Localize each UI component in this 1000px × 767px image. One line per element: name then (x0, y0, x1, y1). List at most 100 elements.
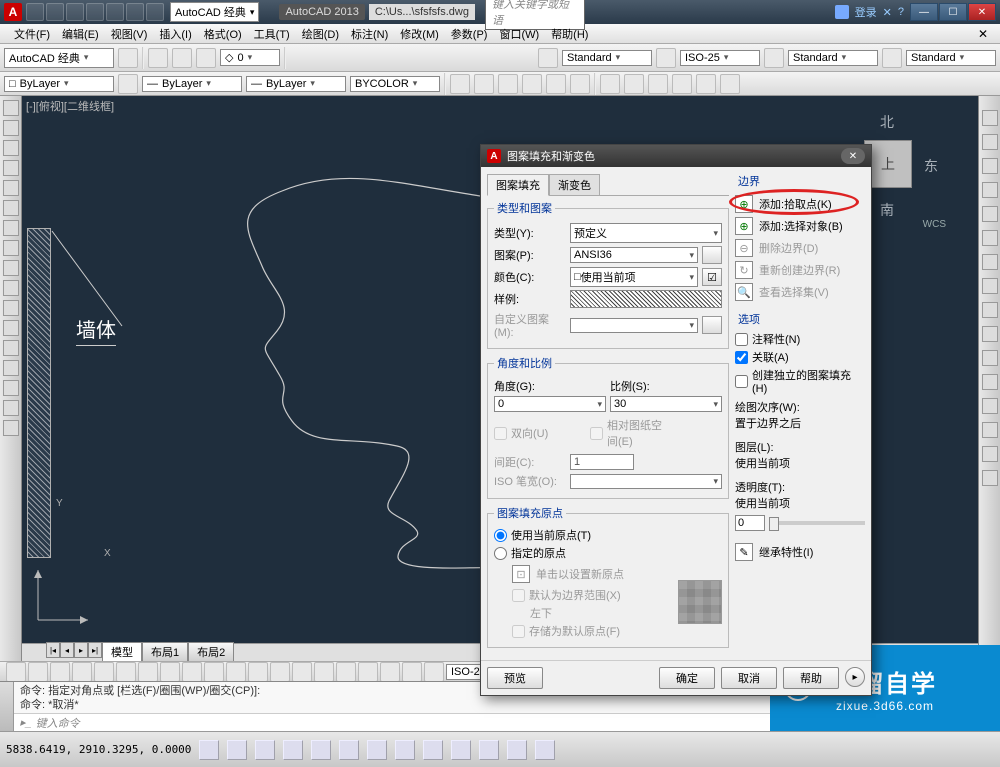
user-icon[interactable] (835, 5, 849, 19)
dim-jogged-icon[interactable] (116, 662, 136, 682)
line-icon[interactable] (3, 100, 19, 116)
tab-hatch[interactable]: 图案填充 (487, 174, 549, 196)
layer-lock-icon[interactable] (196, 48, 216, 68)
origin-specified-radio[interactable]: 指定的原点 (494, 545, 722, 561)
mlstyle-icon[interactable] (882, 48, 902, 68)
annotative-checkbox[interactable]: 注释性(N) (735, 331, 865, 347)
hatch-layer-dropdown[interactable]: 使用当前项 (735, 455, 865, 471)
dim-baseline-icon[interactable] (204, 662, 224, 682)
tab-layout1[interactable]: 布局1 (142, 642, 188, 661)
dim-space-icon[interactable] (248, 662, 268, 682)
dim-arc-icon[interactable] (50, 662, 70, 682)
menu-param[interactable]: 参数(P) (445, 24, 494, 44)
prop-icon-8[interactable] (624, 74, 644, 94)
erase-icon[interactable] (982, 110, 998, 126)
qat-new-icon[interactable] (26, 3, 44, 21)
spline-icon[interactable] (3, 220, 19, 236)
mtext-icon[interactable] (3, 400, 19, 416)
dim-tolerance-icon[interactable] (292, 662, 312, 682)
cancel-button[interactable]: 取消 (721, 667, 777, 689)
prop-icon-3[interactable] (498, 74, 518, 94)
preview-button[interactable]: 预览 (487, 667, 543, 689)
menu-format[interactable]: 格式(O) (198, 24, 248, 44)
textstyle-dropdown[interactable]: Standard (562, 50, 652, 66)
menu-draw[interactable]: 绘图(D) (296, 24, 345, 44)
block-icon[interactable] (3, 280, 19, 296)
draworder-dropdown[interactable]: 置于边界之后 (735, 415, 865, 431)
ellipse-arc-icon[interactable] (3, 260, 19, 276)
autocad-app-icon[interactable]: A (4, 3, 22, 21)
layer-dropdown[interactable]: ◇ 0 (220, 49, 280, 66)
stretch-icon[interactable] (982, 302, 998, 318)
menu-modify[interactable]: 修改(M) (394, 24, 445, 44)
prop-icon-6[interactable] (570, 74, 590, 94)
qp-toggle[interactable] (507, 740, 527, 760)
osnap3d-toggle[interactable] (339, 740, 359, 760)
sample-swatch[interactable] (570, 290, 722, 308)
viewcube-north[interactable]: 北 (880, 112, 894, 132)
dim-textedit-icon[interactable] (402, 662, 422, 682)
prop-icon-11[interactable] (696, 74, 716, 94)
dim-edit-icon[interactable] (380, 662, 400, 682)
explode-icon[interactable] (982, 470, 998, 486)
wcs-label[interactable]: WCS (923, 219, 946, 230)
dim-linear-icon[interactable] (6, 662, 26, 682)
polyline-icon[interactable] (3, 120, 19, 136)
prop-icon-9[interactable] (648, 74, 668, 94)
dim-ordinate-icon[interactable] (72, 662, 92, 682)
separate-hatch-checkbox[interactable]: 创建独立的图案填充(H) (735, 367, 865, 395)
add-pick-points-button[interactable]: ⊕添加:拾取点(K) (735, 193, 865, 215)
qat-save-icon[interactable] (66, 3, 84, 21)
coordinates-display[interactable]: 5838.6419, 2910.3295, 0.0000 (6, 743, 191, 756)
move-icon[interactable] (982, 230, 998, 246)
textstyle-icon[interactable] (538, 48, 558, 68)
offset-icon[interactable] (982, 182, 998, 198)
bg-color-button[interactable]: ☑ (702, 268, 722, 286)
tablestyle-icon[interactable] (764, 48, 784, 68)
tab-nav-prev[interactable]: ◂ (60, 642, 74, 658)
tab-nav-first[interactable]: |◂ (46, 642, 60, 658)
ellipse-icon[interactable] (3, 240, 19, 256)
help-button[interactable]: 帮助 (783, 667, 839, 689)
polar-toggle[interactable] (283, 740, 303, 760)
prop-icon-2[interactable] (474, 74, 494, 94)
table-icon[interactable] (3, 380, 19, 396)
command-drag-handle[interactable] (0, 682, 14, 731)
lineweight-dropdown[interactable]: — ByLayer (246, 76, 346, 92)
pattern-browse-button[interactable] (702, 246, 722, 264)
rotate-icon[interactable] (982, 254, 998, 270)
fillet-icon[interactable] (982, 446, 998, 462)
help-icon[interactable]: ? (898, 6, 904, 18)
rectangle-icon[interactable] (3, 160, 19, 176)
origin-current-radio[interactable]: 使用当前原点(T) (494, 527, 722, 543)
dim-break-icon[interactable] (270, 662, 290, 682)
dim-angular-icon[interactable] (160, 662, 180, 682)
color-dropdown[interactable]: □ 使用当前项 (570, 267, 698, 287)
scale-dropdown[interactable]: 30 (610, 396, 722, 412)
qat-open-icon[interactable] (46, 3, 64, 21)
trim-icon[interactable] (982, 326, 998, 342)
scale-icon[interactable] (982, 278, 998, 294)
viewcube-south[interactable]: 南 (880, 200, 894, 220)
dialog-close-button[interactable]: ✕ (841, 148, 865, 164)
menu-view[interactable]: 视图(V) (105, 24, 154, 44)
ok-button[interactable]: 确定 (659, 667, 715, 689)
circle-icon[interactable] (3, 200, 19, 216)
workspace-settings-icon[interactable] (118, 48, 138, 68)
snap-toggle[interactable] (199, 740, 219, 760)
layer-freeze-icon[interactable] (172, 48, 192, 68)
associative-checkbox[interactable]: 关联(A) (735, 349, 865, 365)
tab-model[interactable]: 模型 (102, 642, 142, 661)
viewport-label[interactable]: [-][俯视][二维线框] (26, 98, 114, 114)
prop-icon-12[interactable] (720, 74, 740, 94)
tab-nav-last[interactable]: ▸| (88, 642, 102, 658)
prop-icon-7[interactable] (600, 74, 620, 94)
linetype-dropdown[interactable]: — ByLayer (142, 76, 242, 92)
inherit-props-button[interactable]: ✎继承特性(I) (735, 541, 865, 563)
lwt-toggle[interactable] (451, 740, 471, 760)
ortho-toggle[interactable] (255, 740, 275, 760)
wall-text-label[interactable]: 墙体 (76, 314, 116, 346)
dim-center-icon[interactable] (314, 662, 334, 682)
dimstyle-dropdown[interactable]: ISO-25 (680, 50, 760, 66)
array-icon[interactable] (982, 206, 998, 222)
